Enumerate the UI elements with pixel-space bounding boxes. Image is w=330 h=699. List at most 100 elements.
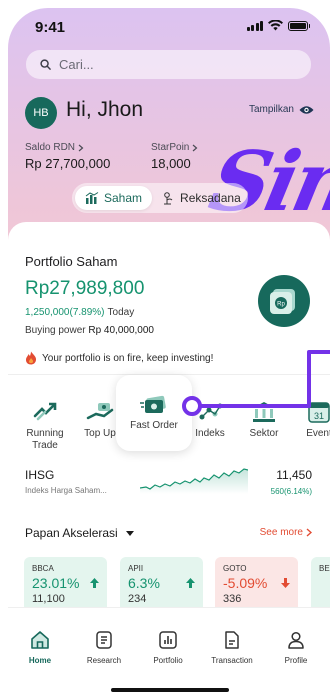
stock-price: 11,100 — [32, 593, 65, 605]
caret-down-icon — [125, 530, 134, 536]
search-icon — [40, 59, 51, 70]
fire-icon — [25, 351, 37, 365]
search-bar[interactable]: Cari... — [26, 50, 311, 79]
brand-logo-mark: Sin — [201, 134, 330, 230]
stock-price: 234 — [128, 593, 147, 605]
top-up-icon — [86, 403, 114, 420]
menu-top-up-label: Top Up — [84, 428, 116, 439]
portfolio-change-period: Today — [107, 307, 135, 318]
indeks-icon — [199, 403, 223, 420]
phone-frame: 9:41 Sin Cari... HB Hi, Jhon Tampilkan S… — [0, 0, 330, 699]
saldo-rdn[interactable]: Saldo RDN Rp 27,700,000 — [25, 142, 110, 171]
portfolio-icon — [159, 631, 177, 649]
saldo-rdn-value: Rp 27,700,000 — [25, 156, 111, 171]
stock-chart-icon — [85, 191, 99, 204]
menu-sektor-label: Sektor — [249, 428, 279, 439]
menu-event[interactable]: 31 Event — [291, 400, 330, 440]
chevron-right-icon — [306, 528, 312, 537]
papan-akselerasi-dropdown[interactable]: Papan Akselerasi — [25, 526, 134, 540]
stock-code: GOTO — [223, 564, 247, 573]
nav-profile[interactable]: Profile — [265, 630, 327, 665]
menu-fast-order-label: Fast Order — [130, 420, 178, 431]
money-stack-icon: Rp — [270, 289, 295, 314]
stock-code: BBCA — [32, 564, 54, 573]
see-more-link[interactable]: See more — [260, 527, 312, 538]
starpoin[interactable]: StarPoin 18,000 — [151, 142, 198, 171]
money-plant-icon — [164, 191, 173, 204]
menu-running-trade[interactable]: Running Trade — [17, 400, 73, 452]
status-time: 9:41 — [35, 19, 66, 36]
menu-fast-order[interactable]: Fast Order — [116, 375, 192, 451]
nav-portfolio[interactable]: Portfolio — [137, 630, 199, 665]
saldo-rdn-label: Saldo RDN — [25, 142, 76, 153]
arrow-up-icon — [90, 578, 99, 588]
nav-portfolio-label: Portfolio — [153, 656, 183, 665]
profile-icon — [288, 631, 304, 649]
cellular-signal-icon — [246, 20, 263, 31]
buying-power-value: Rp 40,000,000 — [88, 325, 154, 336]
stock-code: APII — [128, 564, 144, 573]
eye-icon — [299, 105, 314, 114]
ihsg-subtitle: Indeks Harga Saham... — [25, 486, 107, 495]
status-bar: 9:41 — [8, 8, 330, 48]
bottom-navigation: Home Research Portfolio Transaction Prof… — [8, 607, 330, 699]
chevron-right-icon — [78, 144, 84, 151]
nav-profile-label: Profile — [284, 656, 308, 665]
nav-transaction[interactable]: Transaction — [201, 630, 263, 665]
see-more-label: See more — [259, 527, 303, 538]
running-trade-icon — [33, 402, 57, 421]
sektor-icon — [253, 402, 275, 422]
greeting-text: Hi, Jhon — [66, 98, 144, 121]
app-screen: 9:41 Sin Cari... HB Hi, Jhon Tampilkan S… — [8, 8, 330, 699]
ihsg-name: IHSG — [25, 468, 55, 482]
ihsg-sparkline[interactable] — [140, 466, 248, 494]
event-date-text: 31 — [314, 411, 324, 421]
portfolio-value: Rp27,989,800 — [25, 278, 145, 299]
portfolio-wallet-badge[interactable]: Rp — [258, 275, 310, 327]
event-calendar-icon: 31 — [308, 402, 330, 423]
arrow-up-icon — [186, 578, 195, 588]
papan-title: Papan Akselerasi — [25, 526, 118, 540]
nav-research-label: Research — [86, 656, 122, 665]
wifi-icon — [268, 20, 283, 31]
fire-message-text: Your portfolio is on fire, keep investin… — [42, 352, 214, 364]
transaction-icon — [225, 631, 239, 649]
avatar[interactable]: HB — [25, 97, 57, 129]
status-icons — [246, 20, 310, 31]
chevron-right-icon — [192, 144, 198, 151]
home-icon — [31, 631, 49, 649]
buying-power-label: Buying power — [25, 325, 86, 336]
starpoin-label: StarPoin — [151, 142, 190, 153]
stock-change-pct: 23.01% — [32, 575, 80, 591]
menu-running-trade-label: Running Trade — [26, 428, 64, 451]
tab-saham[interactable]: Saham — [75, 186, 153, 210]
asset-type-switch: Saham Reksadana — [72, 183, 248, 213]
tab-reksadana[interactable]: Reksadana — [152, 186, 251, 210]
battery-icon — [288, 20, 310, 31]
portfolio-badge-text: Rp — [277, 302, 285, 308]
stock-change-pct: 6.3% — [128, 575, 160, 591]
menu-sektor[interactable]: Sektor — [236, 400, 292, 440]
portfolio-title: Portfolio Saham — [25, 254, 118, 269]
ihsg-value: 11,450 — [276, 468, 312, 482]
nav-transaction-label: Transaction — [211, 656, 253, 665]
arrow-down-icon — [281, 578, 290, 588]
home-indicator[interactable] — [111, 688, 229, 692]
ihsg-change: 560(6.14%) — [270, 487, 312, 496]
stock-price: 336 — [223, 593, 242, 605]
nav-home[interactable]: Home — [9, 630, 71, 665]
search-input[interactable]: Cari... — [59, 57, 94, 72]
buying-power: Buying power Rp 40,000,000 — [25, 325, 154, 336]
menu-indeks-label: Indeks — [195, 428, 225, 439]
show-balance-label: Tampilkan — [248, 104, 294, 115]
research-icon — [96, 631, 112, 649]
portfolio-fire-message: Your portfolio is on fire, keep investin… — [25, 351, 213, 365]
stock-code: BE — [319, 564, 330, 573]
nav-research[interactable]: Research — [73, 630, 135, 665]
portfolio-change: 1,250,000(7.89%) Today — [25, 307, 134, 318]
menu-indeks[interactable]: Indeks — [182, 400, 238, 440]
stock-change-pct: -5.09% — [223, 575, 268, 591]
show-balance-toggle[interactable]: Tampilkan — [249, 104, 314, 115]
menu-event-label: Event — [306, 428, 330, 439]
tab-saham-label: Saham — [104, 191, 143, 205]
